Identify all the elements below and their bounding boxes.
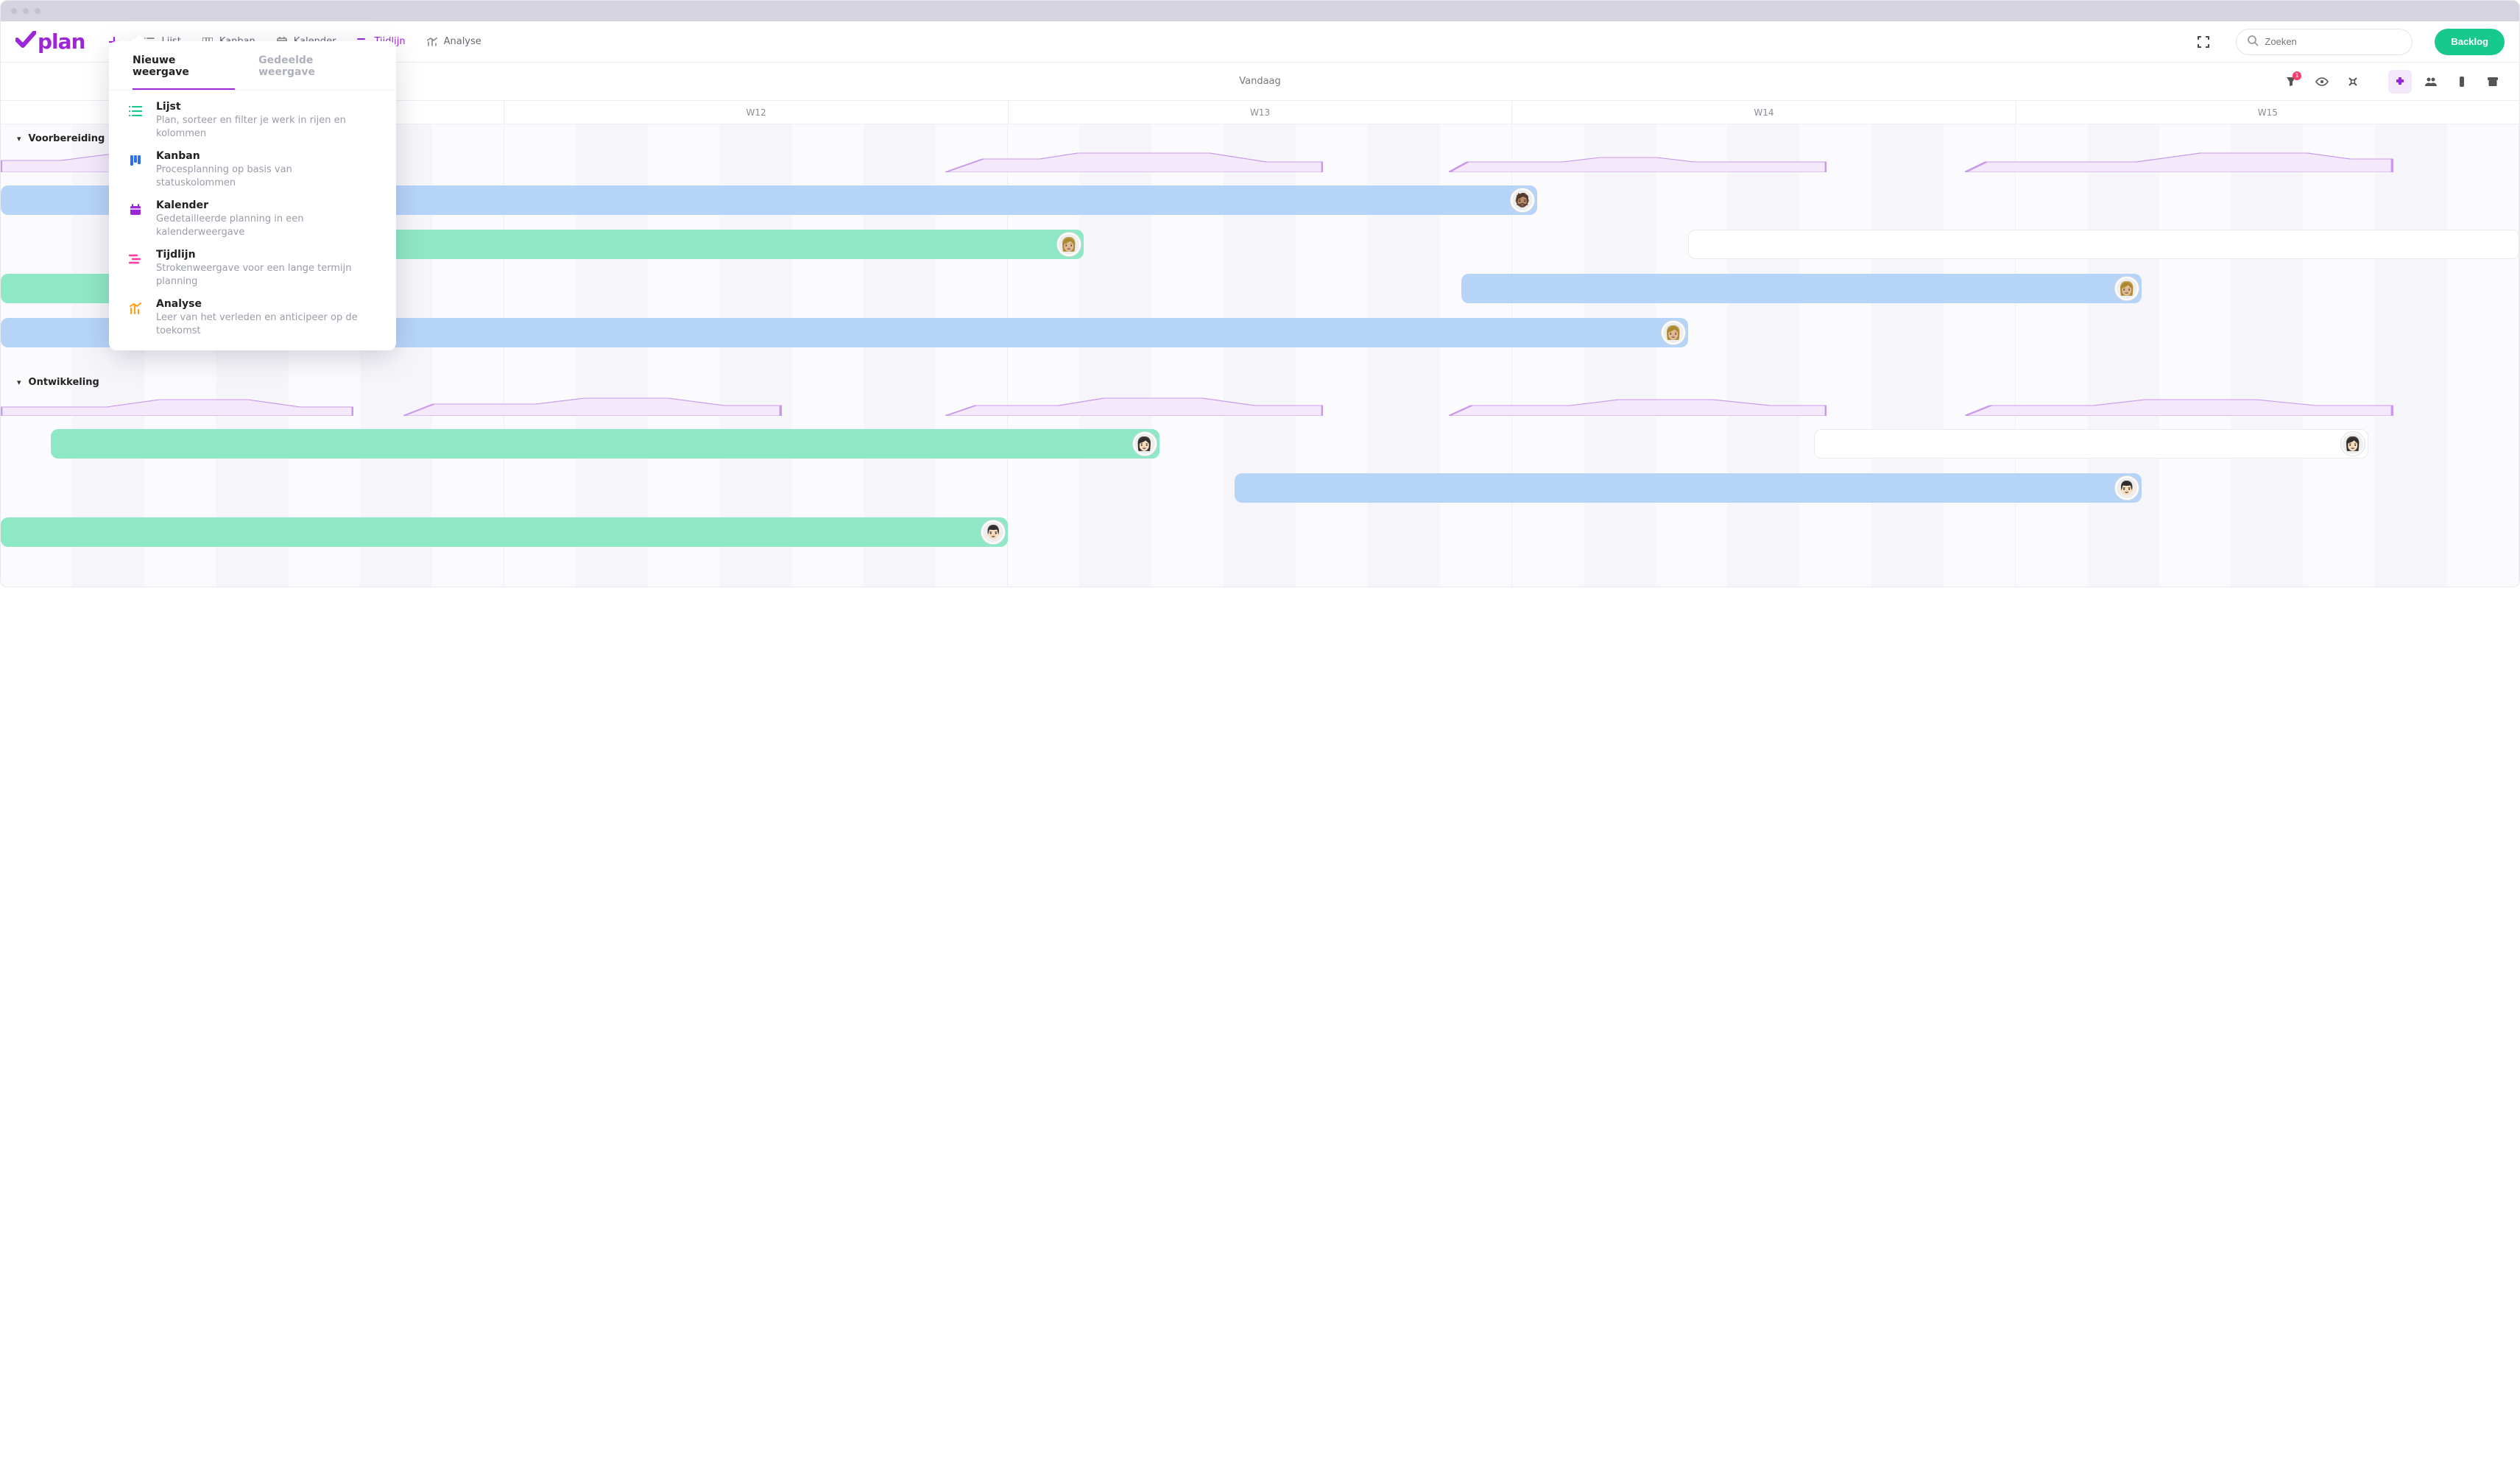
dropdown-item-lijst[interactable]: Lijst Plan, sorteer en filter je werk in… <box>109 91 396 140</box>
dropdown-item-title: Kalender <box>156 199 373 211</box>
filter-button[interactable]: 1 <box>2279 70 2303 93</box>
dropdown-item-desc: Strokenweergave voor een lange termijn p… <box>156 262 373 288</box>
capacity-curve <box>1965 150 2393 172</box>
analytics-icon <box>127 300 144 317</box>
dropdown-item-tijdlijn[interactable]: Tijdlijn Strokenweergave voor een lange … <box>109 238 396 288</box>
week-col: W15 <box>2016 101 2519 124</box>
dropdown-item-analyse[interactable]: Analyse Leer van het verleden en anticip… <box>109 288 396 337</box>
today-label[interactable]: Vandaag <box>1239 76 1281 87</box>
window-titlebar <box>1 1 2519 21</box>
week-col: W14 <box>1512 101 2016 124</box>
avatar: 👨🏻 <box>2115 476 2139 500</box>
week-col: W12 <box>504 101 1008 124</box>
group-name: Ontwikkeling <box>29 377 99 388</box>
task-bar[interactable] <box>1688 230 2519 259</box>
dropdown-item-title: Analyse <box>156 298 373 310</box>
dropdown-item-kalender[interactable]: Kalender Gedetailleerde planning in een … <box>109 189 396 238</box>
chevron-down-icon: ▾ <box>17 134 21 144</box>
dropdown-item-title: Lijst <box>156 101 373 113</box>
capacity-curve <box>945 394 1323 416</box>
avatar: 👩🏻 <box>1133 432 1157 456</box>
tab-analyse[interactable]: Analyse <box>426 36 481 48</box>
dropdown-item-desc: Plan, sorteer en filter je werk in rijen… <box>156 114 373 140</box>
capacity-curve <box>1965 394 2393 416</box>
brand-name: plan <box>38 29 85 54</box>
backlog-label: Backlog <box>2451 36 2488 47</box>
task-bar[interactable]: 👩🏻 <box>1814 429 2368 459</box>
backlog-button[interactable]: Backlog <box>2435 29 2505 55</box>
dropdown-item-desc: Procesplanning op basis van statuskolomm… <box>156 163 373 189</box>
app-window: plan Lijst Kanban Kalende <box>0 0 2520 587</box>
search-input[interactable] <box>2265 36 2401 47</box>
week-col: W13 <box>1009 101 1512 124</box>
task-bar[interactable]: 👨🏻 <box>1235 473 2142 503</box>
chevron-down-icon: ▾ <box>17 378 21 387</box>
avatar: 👩🏻 <box>2341 432 2365 456</box>
traffic-light-max[interactable] <box>35 8 40 14</box>
list-icon <box>127 102 144 120</box>
timeline-icon <box>127 250 144 268</box>
dropdown-item-title: Tijdlijn <box>156 249 373 261</box>
settings-button[interactable] <box>2341 70 2365 93</box>
capacity-curve <box>1449 394 1827 416</box>
dropdown-tabs: Nieuwe weergave Gedeelde weergave <box>109 41 396 91</box>
calendar-icon <box>127 201 144 219</box>
avatar: 👨🏻 <box>981 520 1005 544</box>
capacity-curve <box>1 394 353 416</box>
visibility-button[interactable] <box>2310 70 2334 93</box>
new-view-dropdown: Nieuwe weergave Gedeelde weergave Lijst … <box>109 41 396 350</box>
capacity-curve <box>945 150 1323 172</box>
tab-label: Analyse <box>444 36 481 47</box>
traffic-light-close[interactable] <box>11 8 17 14</box>
team-button[interactable] <box>2419 70 2443 93</box>
analytics-icon <box>426 36 438 48</box>
archive-button[interactable] <box>2481 70 2505 93</box>
dropdown-tab-new[interactable]: Nieuwe weergave <box>133 54 235 90</box>
avatar: 👩🏼 <box>2115 277 2139 300</box>
search-box[interactable] <box>2236 29 2413 55</box>
dropdown-item-desc: Leer van het verleden en anticipeer op d… <box>156 311 373 337</box>
task-bar[interactable]: 👩🏻 <box>51 429 1159 459</box>
filter-badge: 1 <box>2293 71 2301 80</box>
group-header-ontwikkeling[interactable]: ▾ Ontwikkeling <box>1 368 2519 394</box>
task-bar[interactable]: 👨🏻 <box>1 517 1008 547</box>
brand-logo[interactable]: plan <box>15 29 85 54</box>
avatar: 👩🏼 <box>1662 321 1685 344</box>
kanban-icon <box>127 152 144 169</box>
search-icon <box>2247 35 2259 49</box>
extensions-button[interactable] <box>2388 70 2412 93</box>
dropdown-item-desc: Gedetailleerde planning in een kalenderw… <box>156 213 373 238</box>
capacity-curve <box>403 394 781 416</box>
fullscreen-button[interactable] <box>2193 32 2214 52</box>
capacity-curve <box>1449 150 1827 172</box>
traffic-light-min[interactable] <box>23 8 29 14</box>
group-name: Voorbereiding <box>29 133 105 144</box>
resources-button[interactable] <box>2450 70 2474 93</box>
task-bar[interactable]: 👩🏼 <box>1461 274 2142 303</box>
dropdown-item-title: Kanban <box>156 150 373 162</box>
logo-check-icon <box>15 29 36 54</box>
avatar: 🧔🏽 <box>1511 188 1534 212</box>
dropdown-item-kanban[interactable]: Kanban Procesplanning op basis van statu… <box>109 140 396 189</box>
avatar: 👩🏼 <box>1057 233 1081 256</box>
dropdown-tab-shared[interactable]: Gedeelde weergave <box>258 54 373 90</box>
